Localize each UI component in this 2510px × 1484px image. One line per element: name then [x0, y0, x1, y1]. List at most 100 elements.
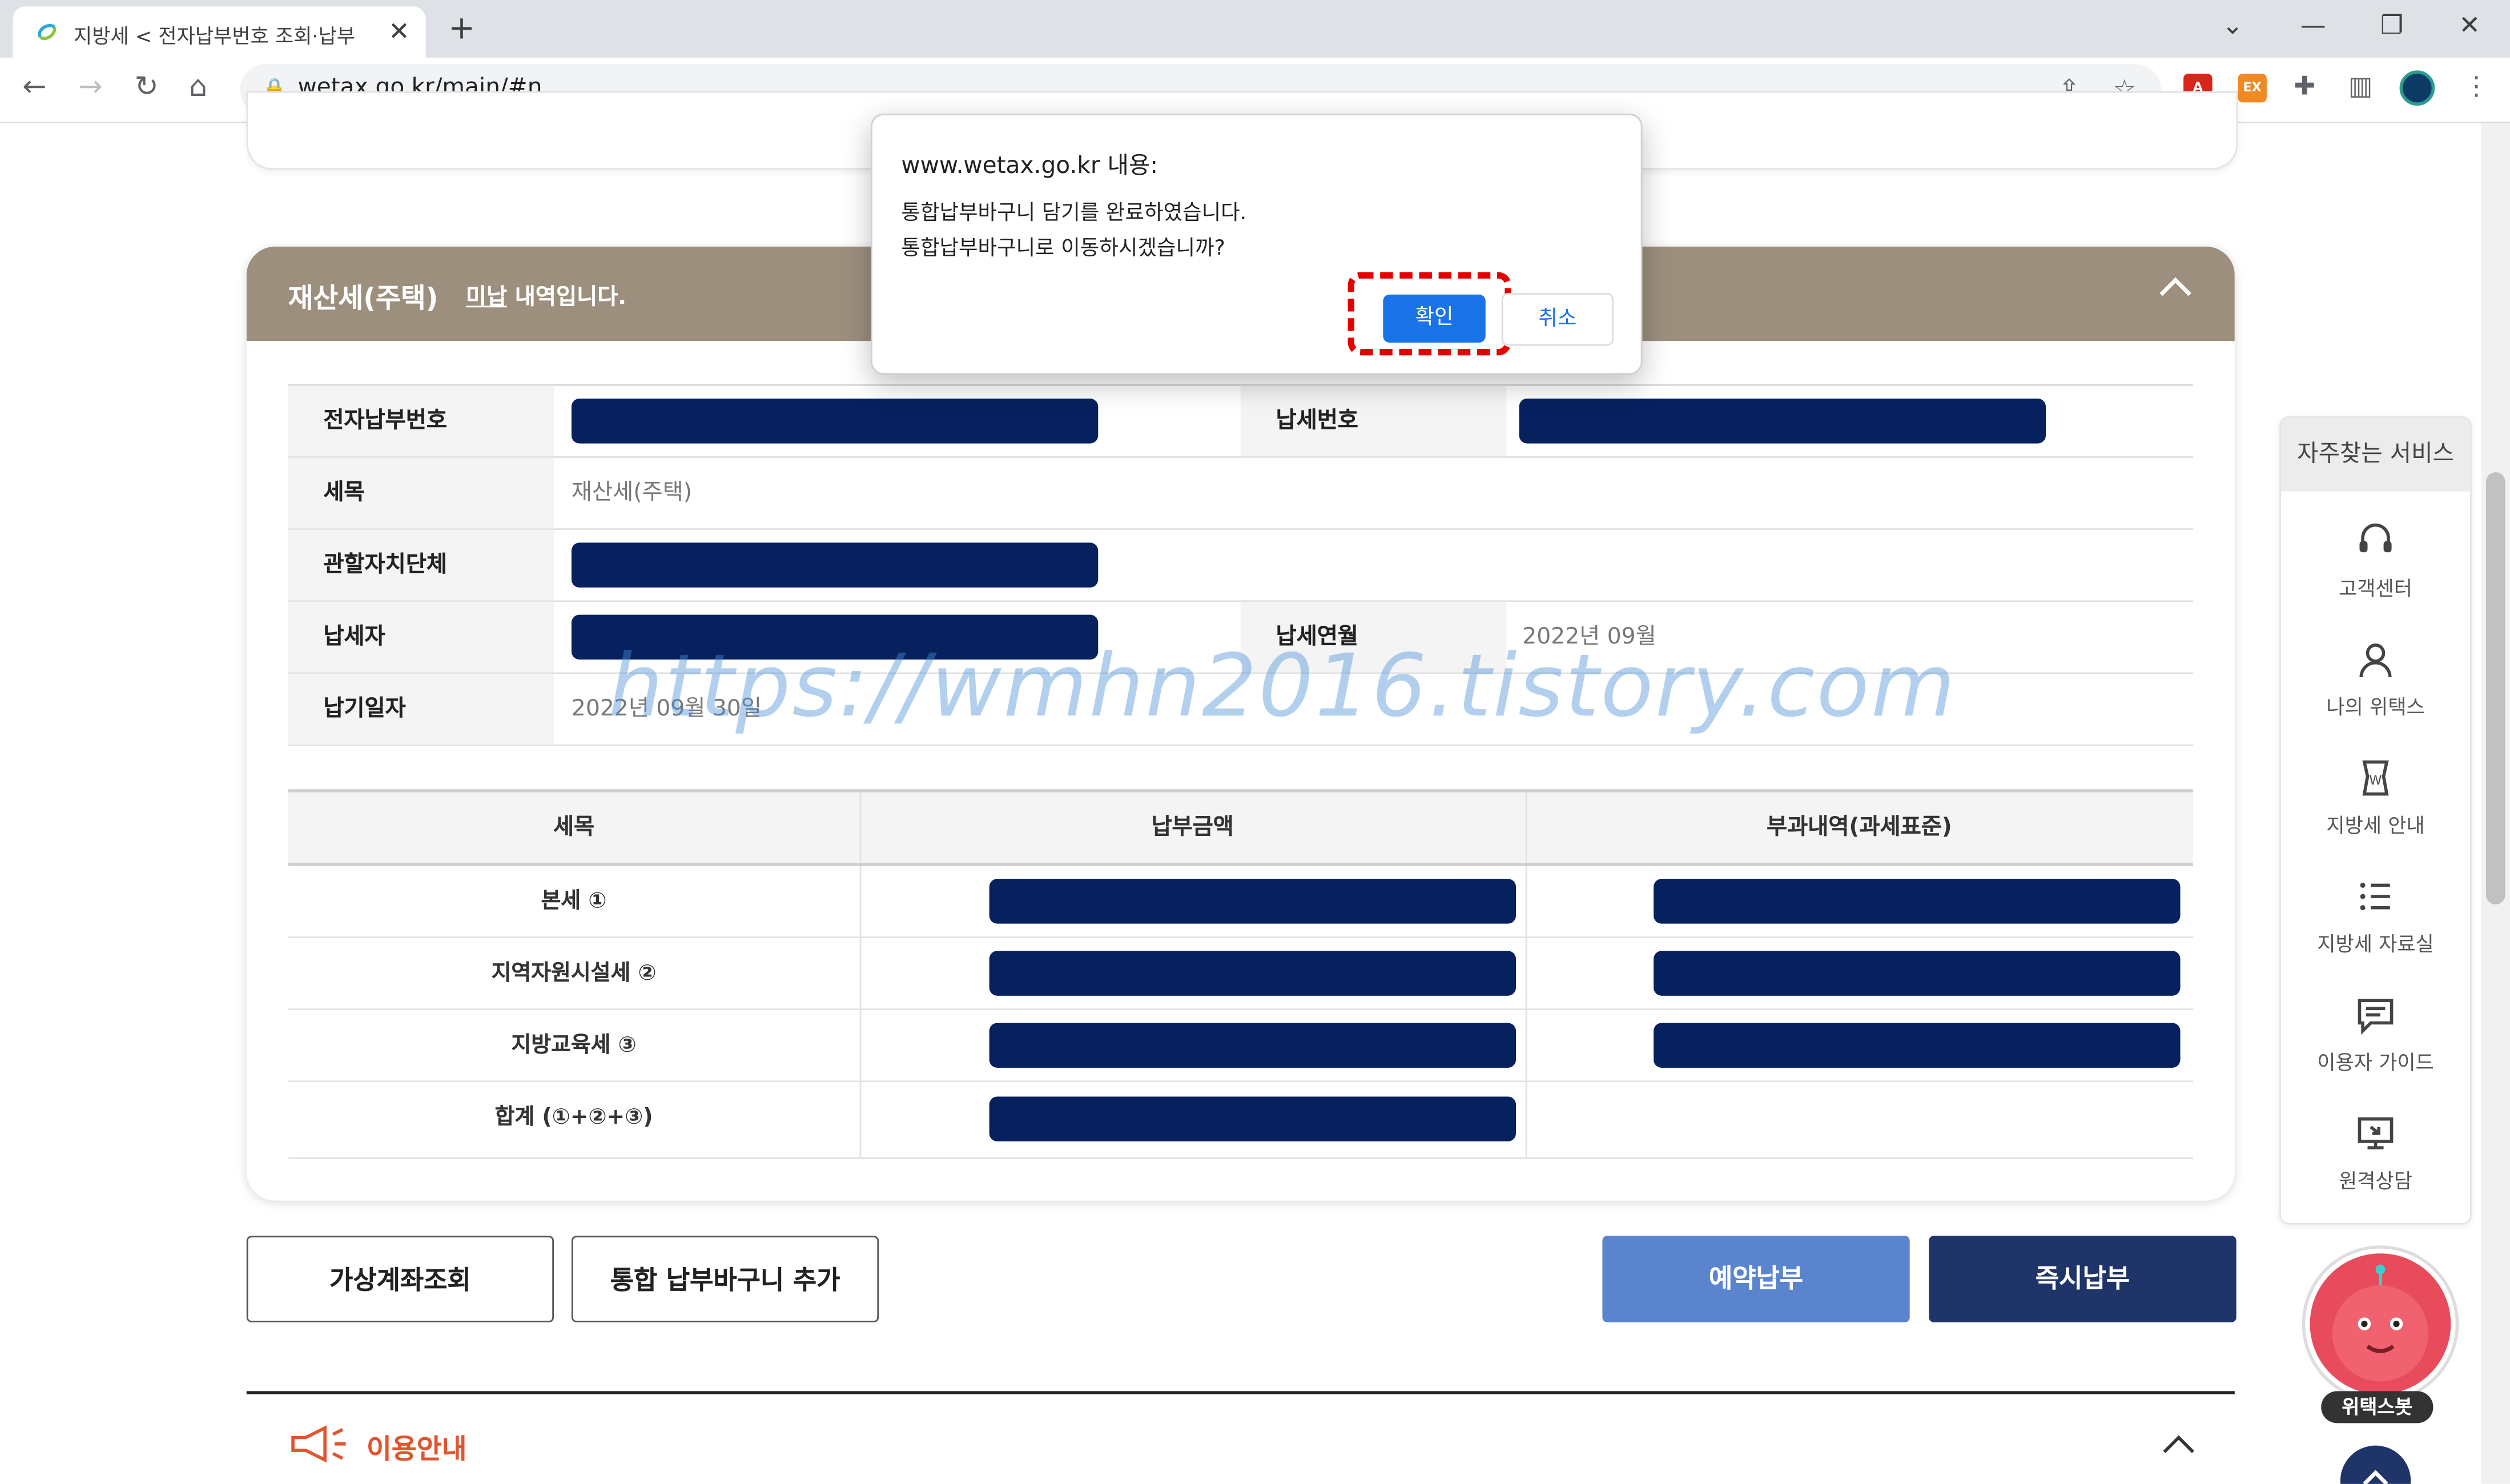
dialog-title: www.wetax.go.kr 내용:	[901, 154, 1159, 180]
redacted-value	[1654, 1023, 2181, 1068]
wetax-favicon-icon	[38, 23, 57, 41]
maximize-icon[interactable]: ❐	[2380, 10, 2403, 40]
section-divider	[246, 1391, 2235, 1394]
row-label: 합계 (①+②+③)	[494, 1104, 653, 1131]
header-amount: 납부금액	[1151, 815, 1234, 840]
row-label: 지방교육세 ③	[511, 1032, 637, 1059]
megaphone-icon	[291, 1425, 346, 1463]
card-subtitle-text: 내역입니다.	[507, 285, 627, 311]
label-tax-item: 세목	[288, 457, 554, 529]
guide-chevron-up-icon[interactable]	[2161, 1433, 2197, 1455]
quick-service-panel: 자주찾는 서비스 고객센터 나의 위택스 W 지방세 안내 지방세 자료실 이용…	[2279, 416, 2472, 1225]
divider	[859, 792, 862, 863]
scroll-top-button[interactable]	[2340, 1445, 2411, 1484]
dialog-line-1: 통합납부바구니 담기를 완료하였습니다.	[901, 202, 1247, 226]
card-title: 재산세(주택)	[288, 283, 439, 316]
card-subtitle: 미납 내역입니다.	[466, 280, 626, 312]
dialog-cancel-button[interactable]: 취소	[1501, 293, 1614, 346]
home-icon[interactable]: ⌂	[189, 70, 207, 104]
extensions-puzzle-icon[interactable]: ✚	[2294, 70, 2316, 100]
quick-item-label: 이용자 가이드	[2317, 1050, 2434, 1075]
quick-panel-title: 자주찾는 서비스	[2281, 417, 2470, 492]
quick-item-label: 지방세 자료실	[2317, 931, 2434, 956]
redacted-value	[989, 1096, 1517, 1141]
quick-item-local-tax-info[interactable]: W 지방세 안내	[2281, 757, 2470, 839]
quick-item-label: 지방세 안내	[2326, 813, 2425, 838]
dialog-ok-button[interactable]: 확인	[1383, 294, 1486, 343]
collapse-chevron-up-icon[interactable]	[2158, 269, 2193, 304]
redacted-value	[989, 951, 1517, 996]
divider	[1525, 1010, 1527, 1081]
quick-item-remote-support[interactable]: 원격상담	[2281, 1113, 2470, 1195]
scrollbar-thumb[interactable]	[2485, 472, 2505, 905]
user-icon	[2359, 644, 2392, 678]
alert-dialog: www.wetax.go.kr 내용: 통합납부바구니 담기를 완료하였습니다.…	[871, 114, 1643, 375]
divider	[1525, 792, 1527, 863]
add-to-basket-button[interactable]: 통합 납부바구니 추가	[571, 1236, 879, 1322]
menu-kebab-icon[interactable]: ⋮	[2464, 70, 2489, 100]
amount-row: 지방교육세 ③	[288, 1010, 2193, 1083]
divider	[859, 1010, 862, 1081]
redacted-value	[1519, 399, 2046, 444]
virtual-account-button[interactable]: 가상계좌조회	[246, 1236, 554, 1322]
usage-guide-title[interactable]: 이용안내	[367, 1426, 466, 1466]
redacted-value	[989, 1023, 1517, 1068]
side-panel-icon[interactable]: ▥	[2348, 70, 2372, 100]
header-assessment: 부과내역(과세표준)	[1766, 815, 1952, 840]
profile-avatar[interactable]	[2399, 70, 2435, 106]
list-icon	[2360, 882, 2390, 911]
scheduled-payment-button[interactable]: 예약납부	[1602, 1236, 1910, 1322]
divider	[1525, 866, 1527, 937]
quick-item-my-wetax[interactable]: 나의 위택스	[2281, 639, 2470, 721]
amount-table-header: 세목 납부금액 부과내역(과세표준)	[288, 792, 2193, 866]
row-label: 지역자원시설세 ②	[491, 960, 657, 987]
arrow-up-icon	[2363, 1470, 2388, 1484]
amount-row-total: 합계 (①+②+③)	[288, 1082, 2193, 1159]
redacted-value	[989, 879, 1517, 924]
label-due-date: 납기일자	[288, 674, 554, 745]
info-row: 관할자치단체	[288, 529, 2193, 602]
label-region: 관할자치단체	[288, 529, 554, 601]
watermark: https://wmhn2016.tistory.com	[608, 636, 1957, 737]
unpaid-label: 미납	[465, 285, 508, 311]
dialog-message: 통합납부바구니 담기를 완료하였습니다. 통합납부바구니로 이동하시겠습니까?	[901, 197, 1246, 267]
browser-tab[interactable]: 지방세 < 전자납부번호 조회·납부 ✕	[13, 6, 426, 58]
window-close-icon[interactable]: ✕	[2459, 10, 2480, 40]
quick-item-archive[interactable]: 지방세 자료실	[2281, 876, 2470, 958]
headset-icon	[2359, 523, 2392, 553]
divider	[1525, 1082, 1527, 1158]
back-icon[interactable]: ←	[22, 70, 46, 104]
tab-search-icon[interactable]: ⌄	[2222, 10, 2243, 40]
tab-close-icon[interactable]: ✕	[388, 16, 410, 46]
amount-row: 본세 ①	[288, 866, 2193, 938]
header-tax-item: 세목	[553, 815, 595, 840]
amount-table: 세목 납부금액 부과내역(과세표준) 본세 ① 지역자원시설세 ② 지방교육세 …	[288, 789, 2193, 1159]
reload-icon[interactable]: ↻	[135, 70, 159, 104]
value-tax-item: 재산세(주택)	[571, 480, 693, 506]
quick-item-user-guide[interactable]: 이용자 가이드	[2281, 994, 2470, 1076]
forward-icon[interactable]: →	[78, 70, 102, 104]
tab-bar: 지방세 < 전자납부번호 조회·납부 ✕ + ⌄ — ❐ ✕	[0, 0, 2510, 58]
label-tax-number: 납세번호	[1240, 385, 1507, 457]
quick-item-customer-center[interactable]: 고객센터	[2281, 520, 2470, 602]
row-label: 본세 ①	[541, 888, 607, 914]
new-tab-icon[interactable]: +	[448, 8, 475, 46]
label-epay-number: 전자납부번호	[288, 385, 554, 457]
redacted-value	[571, 542, 1099, 588]
minimize-icon[interactable]: —	[2300, 10, 2326, 40]
wetax-bot-avatar[interactable]	[2305, 1248, 2456, 1399]
quick-item-label: 원격상담	[2339, 1168, 2413, 1193]
chat-bubble-icon	[2358, 999, 2394, 1035]
svg-text:W: W	[2369, 773, 2382, 788]
info-row: 전자납부번호 납세번호	[288, 385, 2193, 458]
amount-row: 지역자원시설세 ②	[288, 938, 2193, 1011]
monitor-icon	[2358, 1117, 2394, 1149]
info-row: 세목 재산세(주택)	[288, 457, 2193, 530]
instant-payment-button[interactable]: 즉시납부	[1929, 1236, 2237, 1322]
bot-label[interactable]: 위택스봇	[2321, 1391, 2433, 1423]
dialog-line-2: 통합납부바구니로 이동하시겠습니까?	[901, 236, 1225, 261]
bot-face-icon	[2332, 1264, 2429, 1382]
quick-item-label: 나의 위택스	[2326, 694, 2425, 719]
page-scrollbar[interactable]	[2481, 123, 2510, 1484]
ex-extension-icon[interactable]: EX	[2238, 73, 2267, 103]
